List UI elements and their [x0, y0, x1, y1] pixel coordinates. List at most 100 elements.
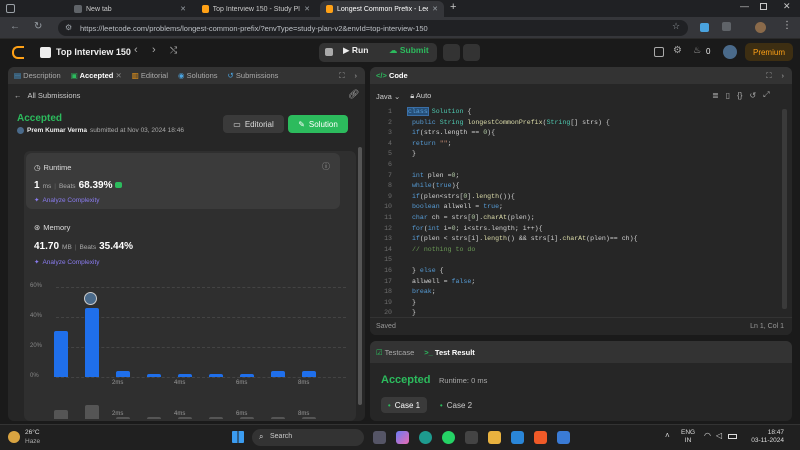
edge-icon[interactable]	[419, 431, 432, 444]
extensions-puzzle-icon[interactable]	[722, 22, 731, 31]
tab-submissions[interactable]: ↺ Submissions	[228, 71, 279, 80]
braces-icon[interactable]: {}	[737, 91, 742, 100]
submit-button[interactable]: ☁ Submit	[389, 45, 429, 56]
language-select[interactable]: Java ⌄	[376, 92, 400, 101]
close-icon[interactable]: ✕	[304, 5, 310, 13]
expand-icon[interactable]: ⛶	[339, 71, 344, 81]
case-2-button[interactable]: • Case 2	[433, 397, 479, 413]
shuffle-icon[interactable]: ⤭	[170, 45, 177, 56]
browser-tab-newtab[interactable]: New tab ✕	[68, 1, 192, 17]
debug-icon[interactable]	[325, 48, 333, 56]
weather-icon[interactable]	[8, 431, 20, 443]
language-indicator[interactable]: ENG IN	[681, 429, 695, 445]
code-editor[interactable]: 1 class Solution { 2 public String longes…	[370, 107, 790, 319]
browser-profile-icon[interactable]	[6, 4, 15, 13]
study-plan-title[interactable]: Top Interview 150	[56, 47, 131, 57]
chart-bar[interactable]	[85, 308, 99, 377]
next-problem-icon[interactable]: ›	[152, 44, 156, 56]
tab-editorial[interactable]: ▥ Editorial	[132, 71, 168, 80]
case-1-button[interactable]: • Case 1	[381, 397, 427, 413]
chart-bar[interactable]	[147, 374, 161, 377]
browser-tab-active[interactable]: Longest Common Prefix - LeetCo✕	[320, 1, 444, 17]
reset-icon[interactable]: ↺	[749, 91, 756, 100]
back-arrow-icon[interactable]: ←	[10, 21, 20, 32]
vscode-icon[interactable]	[511, 431, 524, 444]
more-menu-icon[interactable]: ⋮	[782, 20, 792, 31]
info-icon[interactable]: ⓘ	[322, 161, 330, 172]
windows-start-icon[interactable]	[232, 431, 244, 443]
snipping-tool-icon[interactable]	[557, 431, 570, 444]
expand-icon[interactable]: ⛶	[766, 71, 771, 81]
brave-icon[interactable]	[534, 431, 547, 444]
breadcrumb[interactable]: ← All Submissions	[14, 91, 80, 100]
chart-bar[interactable]	[178, 374, 192, 377]
premium-button[interactable]: Premium	[745, 43, 793, 61]
close-icon[interactable]: ✕	[115, 71, 121, 80]
task-view-icon[interactable]	[373, 431, 386, 444]
editor-scrollbar[interactable]	[782, 109, 787, 309]
link-icon[interactable]: 🔗︎	[348, 89, 359, 100]
left-scrollbar[interactable]	[358, 147, 362, 405]
runtime-card[interactable]: ◷ Runtime ⓘ 1 ms | Beats 68.39% ✦ Analyze …	[26, 153, 340, 209]
url-bar[interactable]: ⚙ https://leetcode.com/problems/longest-…	[58, 20, 688, 36]
close-icon[interactable]: ✕	[432, 5, 438, 13]
autocomplete-mode[interactable]: 🔒︎ Auto	[410, 91, 431, 101]
solution-button[interactable]: ✎ Solution	[288, 115, 348, 133]
new-tab-plus-icon[interactable]: +	[450, 1, 456, 13]
chart-bar[interactable]	[271, 371, 285, 377]
fullscreen-icon[interactable]: ⤢	[763, 90, 769, 100]
reload-icon[interactable]: ↻	[34, 21, 42, 32]
tab-accepted[interactable]: ▣ Accepted ✕	[71, 71, 122, 80]
profile-avatar-icon[interactable]	[755, 22, 766, 33]
clock[interactable]: 18:47 03-11-2024	[744, 429, 784, 445]
window-close-icon[interactable]: ✕	[783, 1, 791, 12]
runtime-analyze-link[interactable]: ✦ Analyze Complexity	[34, 196, 100, 205]
editorial-button[interactable]: ▭ Editorial	[223, 115, 284, 133]
prev-problem-icon[interactable]: ‹	[134, 44, 138, 56]
tab-solutions[interactable]: ◉ Solutions	[178, 71, 218, 80]
file-explorer-icon[interactable]	[488, 431, 501, 444]
lock-icon: 🔒︎	[410, 91, 415, 100]
runtime-distribution-chart[interactable]: 60% 40% 20% 0% 2ms 4ms 6ms 8ms 2ms 4ms 6ms 8ms	[24, 277, 356, 421]
collapse-icon[interactable]: ›	[782, 71, 785, 80]
site-info-icon[interactable]: ⚙	[65, 23, 72, 32]
tab-description[interactable]: ▤ Description	[14, 71, 61, 80]
memory-card[interactable]: ⊛ Memory 41.70 MB | Beats 35.44% ✦ Analyze…	[26, 213, 340, 271]
taskbar-search[interactable]: ⌕ Search	[252, 429, 364, 446]
bookmark-star-icon[interactable]: ☆	[672, 21, 680, 32]
run-button[interactable]: ▶ Run	[343, 45, 368, 56]
submitter-name[interactable]: Prem Kumar Verma	[27, 127, 87, 134]
terminal-app-icon[interactable]	[465, 431, 478, 444]
collapse-icon[interactable]: ›	[355, 71, 358, 80]
memory-analyze-link[interactable]: ✦ Analyze Complexity	[34, 258, 100, 267]
user-avatar[interactable]	[723, 45, 737, 59]
bookmark-icon[interactable]: ▯	[726, 91, 730, 100]
whatsapp-icon[interactable]	[442, 431, 455, 444]
chart-bar[interactable]	[240, 374, 254, 377]
volume-icon[interactable]: ◁	[716, 431, 722, 440]
extension-icon[interactable]	[700, 23, 709, 32]
tab-test-result[interactable]: >_ Test Result	[424, 348, 475, 357]
user-position-avatar	[84, 292, 97, 305]
settings-gear-icon[interactable]: ⚙	[673, 45, 682, 56]
tab-code[interactable]: </> Code	[376, 71, 408, 80]
layout-icon[interactable]	[654, 47, 664, 57]
tab-testcase[interactable]: ☑ Testcase	[376, 348, 414, 357]
browser-tab-study-plan[interactable]: Top Interview 150 - Study Plan - L✕	[196, 1, 316, 17]
format-icon[interactable]: ≣	[712, 91, 719, 100]
timer-icon[interactable]	[443, 44, 460, 61]
window-minimize-icon[interactable]: —	[740, 1, 749, 11]
tray-chevron-icon[interactable]: ˄	[665, 431, 670, 440]
chart-bar[interactable]	[54, 330, 68, 377]
wifi-icon[interactable]: ◠	[704, 431, 711, 440]
chart-bar[interactable]	[302, 371, 316, 377]
close-icon[interactable]: ✕	[180, 5, 186, 13]
leetcode-logo-icon[interactable]	[12, 46, 24, 59]
copilot-icon[interactable]	[396, 431, 409, 444]
notes-icon[interactable]	[463, 44, 480, 61]
chart-bar[interactable]	[116, 371, 130, 377]
window-maximize-icon[interactable]	[760, 3, 767, 10]
chart-bar[interactable]	[209, 374, 223, 377]
streak-fire-icon[interactable]: ♨	[693, 45, 701, 56]
battery-icon[interactable]	[728, 434, 737, 439]
